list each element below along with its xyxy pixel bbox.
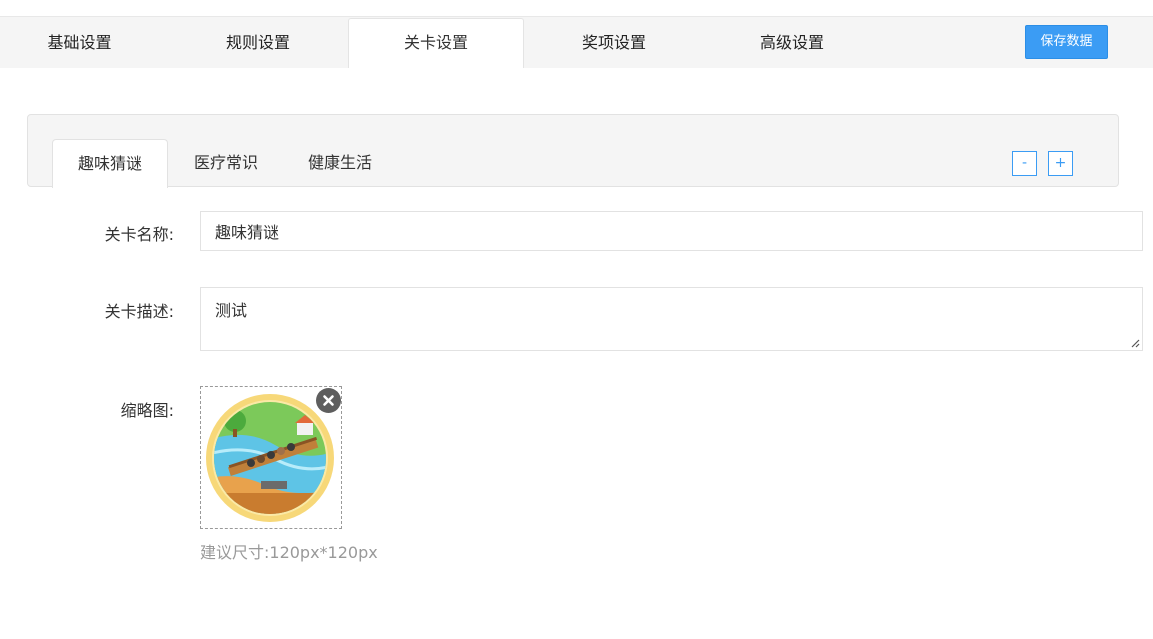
level-tabs-panel: 趣味猜谜 医疗常识 健康生活 - + [27, 114, 1119, 188]
save-data-button[interactable]: 保存数据 [1025, 25, 1108, 59]
level-tab-medical[interactable]: 医疗常识 [168, 139, 284, 187]
thumbnail-label: 缩略图: [120, 401, 174, 420]
tab-level-settings[interactable]: 关卡设置 [348, 18, 524, 68]
tab-advanced-settings[interactable]: 高级设置 [704, 17, 880, 68]
thumbnail-size-hint: 建议尺寸:120px*120px [200, 543, 378, 562]
resize-grip-icon[interactable] [1130, 338, 1140, 348]
remove-thumbnail-button[interactable] [316, 388, 341, 413]
close-icon [323, 395, 334, 406]
level-name-label: 关卡名称: [104, 225, 174, 244]
tab-prize-settings[interactable]: 奖项设置 [526, 17, 702, 68]
level-desc-textarea[interactable]: 测试 [200, 287, 1143, 351]
top-divider [0, 0, 1153, 17]
level-name-input[interactable] [200, 211, 1143, 251]
level-tab-health[interactable]: 健康生活 [282, 139, 398, 187]
level-desc-label: 关卡描述: [104, 302, 174, 321]
top-nav-bar: 基础设置 规则设置 关卡设置 奖项设置 高级设置 保存数据 [0, 17, 1153, 68]
tab-basic-settings[interactable]: 基础设置 [0, 17, 159, 68]
tab-rule-settings[interactable]: 规则设置 [170, 17, 346, 68]
remove-level-button[interactable]: - [1012, 151, 1037, 176]
add-level-button[interactable]: + [1048, 151, 1073, 176]
level-tab-riddles[interactable]: 趣味猜谜 [52, 139, 168, 188]
